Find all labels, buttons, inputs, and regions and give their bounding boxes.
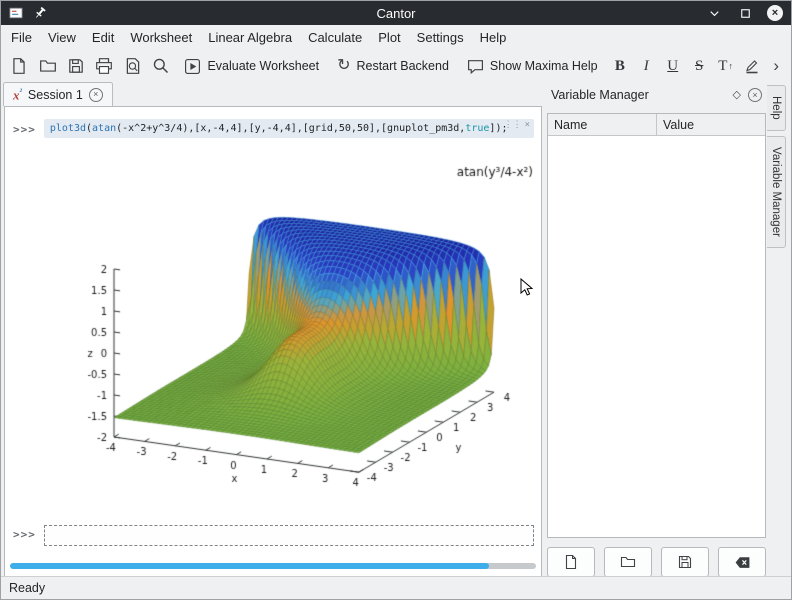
italic-button[interactable]: I xyxy=(634,53,658,79)
underline-button[interactable]: U xyxy=(661,53,685,79)
side-tool-tabs: Help Variable Manager xyxy=(767,85,792,576)
save-document-button[interactable] xyxy=(63,53,89,80)
show-maxima-help-label: Show Maxima Help xyxy=(490,59,598,73)
print-preview-icon xyxy=(124,57,142,75)
titlebar: Cantor × xyxy=(1,1,791,25)
menu-view[interactable]: View xyxy=(40,27,84,48)
print-button[interactable] xyxy=(91,53,117,80)
strikethrough-button[interactable]: S xyxy=(687,53,711,79)
side-tab-variable-manager[interactable]: Variable Manager xyxy=(767,136,786,248)
window-title: Cantor xyxy=(1,6,791,21)
code-atan: atan xyxy=(92,123,116,134)
entry-close-icon[interactable]: × xyxy=(525,120,530,130)
mouse-cursor xyxy=(520,278,534,297)
menu-settings[interactable]: Settings xyxy=(409,27,472,48)
menu-file[interactable]: File xyxy=(3,27,40,48)
load-folder-icon xyxy=(620,554,636,570)
evaluate-worksheet-label: Evaluate Worksheet xyxy=(207,59,319,73)
statusbar: Ready xyxy=(1,576,791,599)
evaluate-icon xyxy=(184,58,201,75)
session-progress-bar xyxy=(10,563,536,569)
restart-icon: ↻ xyxy=(337,58,350,74)
strikethrough-label: S xyxy=(695,58,703,75)
session-tab-close-icon[interactable]: × xyxy=(89,88,103,102)
restart-backend-button[interactable]: ↻ Restart Backend xyxy=(329,53,457,80)
menu-calculate[interactable]: Calculate xyxy=(300,27,370,48)
new-variable-icon xyxy=(563,554,579,570)
worksheet-panel: >>> plot3d(atan(-x^2+y^3/4),[x,-4,4],[y,… xyxy=(4,106,542,578)
empty-command-entry[interactable] xyxy=(44,525,534,546)
new-variable-button[interactable] xyxy=(547,547,595,577)
grow-font-button[interactable]: T↑ xyxy=(713,53,737,79)
command-entry[interactable]: plot3d(atan(-x^2+y^3/4),[x,-4,4],[y,-4,4… xyxy=(44,119,534,138)
load-variables-button[interactable] xyxy=(604,547,652,577)
save-icon xyxy=(67,57,85,75)
menu-help[interactable]: Help xyxy=(472,27,515,48)
toolbar: Evaluate Worksheet ↻ Restart Backend Sho… xyxy=(1,50,791,82)
new-document-icon xyxy=(10,57,28,75)
new-document-button[interactable] xyxy=(6,53,32,80)
print-preview-button[interactable] xyxy=(120,53,146,80)
status-text: Ready xyxy=(9,581,45,595)
restart-backend-label: Restart Backend xyxy=(356,59,448,73)
clear-variables-button[interactable] xyxy=(718,547,766,577)
menu-edit[interactable]: Edit xyxy=(84,27,122,48)
float-panel-icon[interactable]: ◇ xyxy=(733,90,741,101)
menu-worksheet[interactable]: Worksheet xyxy=(122,27,200,48)
maximize-button[interactable] xyxy=(736,4,754,22)
find-button[interactable] xyxy=(148,53,174,80)
clear-backspace-icon xyxy=(734,554,751,571)
close-button[interactable]: × xyxy=(767,5,783,21)
menubar: File View Edit Worksheet Linear Algebra … xyxy=(1,25,791,50)
variable-manager-title: Variable Manager xyxy=(551,88,726,102)
tabbar: x² Session 1 × xyxy=(1,82,542,106)
save-variables-icon xyxy=(677,554,693,570)
bold-button[interactable]: B xyxy=(608,53,632,79)
code-true: true xyxy=(465,123,489,134)
session-tab-label: Session 1 xyxy=(28,88,83,102)
empty-command-prompt: >>> xyxy=(13,524,36,546)
bold-label: B xyxy=(615,58,625,75)
plot-result-image xyxy=(57,150,539,508)
show-maxima-help-button[interactable]: Show Maxima Help xyxy=(459,53,606,80)
close-panel-icon[interactable]: × xyxy=(748,88,762,102)
grow-font-label: T xyxy=(718,58,727,75)
menu-plot[interactable]: Plot xyxy=(370,27,408,48)
menu-linear-algebra[interactable]: Linear Algebra xyxy=(200,27,300,48)
toolbar-overflow-chevron[interactable]: › xyxy=(766,56,786,76)
code-plot3d: plot3d xyxy=(50,123,86,134)
command-prompt: >>> xyxy=(13,119,36,138)
session-icon: x² xyxy=(13,88,22,101)
plot3d-canvas xyxy=(57,150,539,508)
side-tab-help[interactable]: Help xyxy=(767,85,786,131)
print-icon xyxy=(95,57,113,75)
entry-grip-icon[interactable]: ⋮⋮ xyxy=(504,120,522,130)
tab-session-1[interactable]: x² Session 1 × xyxy=(3,82,113,106)
maxima-help-icon xyxy=(467,58,484,75)
underline-label: U xyxy=(667,58,678,75)
grow-font-arrow-icon: ↑ xyxy=(728,61,733,71)
session-progress-fill xyxy=(10,563,489,569)
open-folder-icon xyxy=(39,57,57,75)
open-document-button[interactable] xyxy=(34,53,60,80)
column-header-name[interactable]: Name xyxy=(548,114,657,135)
variable-table: Name Value xyxy=(547,113,766,538)
column-header-value[interactable]: Value xyxy=(657,114,765,135)
variable-manager-panel: Variable Manager ◇ × Name Value xyxy=(546,85,767,578)
pen-icon xyxy=(744,58,760,74)
evaluate-worksheet-button[interactable]: Evaluate Worksheet xyxy=(176,53,327,80)
search-icon xyxy=(152,57,170,75)
italic-label: I xyxy=(644,58,649,75)
minimize-button[interactable] xyxy=(705,4,723,22)
save-variables-button[interactable] xyxy=(661,547,709,577)
text-color-button[interactable] xyxy=(740,53,764,79)
